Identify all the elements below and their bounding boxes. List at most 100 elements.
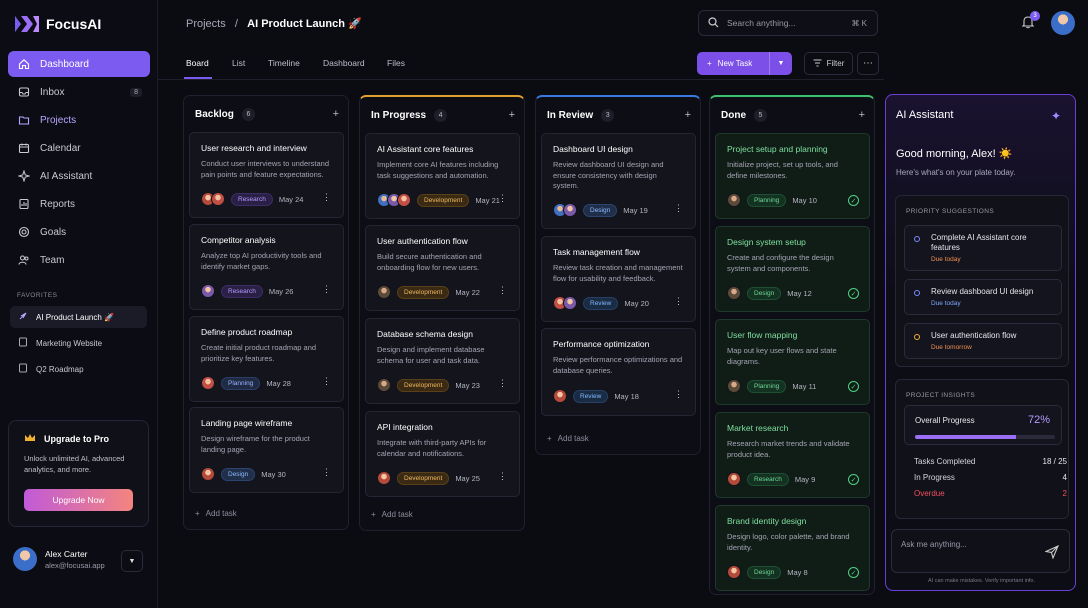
add-card-icon[interactable]: + [859, 109, 865, 121]
plus-icon: + [195, 509, 200, 518]
task-card[interactable]: Landing page wireframe Design wireframe … [189, 407, 344, 493]
task-title: User research and interview [201, 143, 307, 153]
suggestion-item[interactable]: Complete AI Assistant core features Due … [904, 225, 1062, 271]
search-bar[interactable]: ⌘ K [698, 10, 878, 36]
nav-label: Dashboard [40, 58, 89, 70]
assignees [727, 565, 741, 579]
task-card[interactable]: Define product roadmap Create initial pr… [189, 316, 344, 402]
suggestion-item[interactable]: User authentication flow Due tomorrow [904, 323, 1062, 359]
stat-value: 4 [1062, 473, 1067, 482]
new-task-main[interactable]: + New Task [697, 52, 770, 75]
task-card[interactable]: Competitor analysis Analyze top AI produ… [189, 224, 344, 310]
task-card[interactable]: Brand identity design Design logo, color… [715, 505, 870, 591]
chevron-down-icon: ▼ [777, 60, 785, 67]
avatar [727, 193, 741, 207]
search-icon [708, 16, 719, 30]
priority-suggestions: PRIORITY SUGGESTIONS Complete AI Assista… [895, 195, 1069, 367]
search-input[interactable] [727, 18, 837, 28]
avatar [201, 284, 215, 298]
favorite-ai-product-launch[interactable]: AI Product Launch 🚀 [10, 306, 147, 328]
user-profile[interactable]: Alex Carter alex@focusai.app [13, 547, 105, 571]
kebab-icon[interactable]: ⋮ [322, 376, 331, 387]
progress-value: 72% [1027, 414, 1050, 426]
check-icon[interactable]: ✓ [848, 288, 859, 299]
task-card[interactable]: Dashboard UI design Review dashboard UI … [541, 133, 696, 229]
task-card[interactable]: User flow mapping Map out key user flows… [715, 319, 870, 405]
check-icon[interactable]: ✓ [848, 195, 859, 206]
ai-chat-input[interactable] [901, 540, 1031, 549]
breadcrumb-projects[interactable]: Projects [186, 18, 226, 30]
task-title: Landing page wireframe [201, 418, 293, 428]
nav-reports[interactable]: Reports [8, 191, 150, 217]
add-task-button[interactable]: + Add task [547, 434, 589, 443]
nav-projects[interactable]: Projects [8, 107, 150, 133]
task-card[interactable]: Performance optimization Review performa… [541, 328, 696, 416]
task-card[interactable]: Task management flow Review task creatio… [541, 236, 696, 322]
task-card[interactable]: Project setup and planning Initialize pr… [715, 133, 870, 219]
kebab-icon[interactable]: ⋮ [674, 296, 683, 307]
add-task-button[interactable]: + Add task [195, 509, 237, 518]
task-card[interactable]: API integration Integrate with third-par… [365, 411, 520, 497]
task-card[interactable]: User authentication flow Build secure au… [365, 225, 520, 311]
avatar [201, 467, 215, 481]
kebab-icon[interactable]: ⋮ [498, 193, 507, 204]
suggestion-item[interactable]: Review dashboard UI design Due today [904, 279, 1062, 315]
favorite-q2-roadmap[interactable]: Q2 Roadmap [10, 358, 147, 380]
check-icon[interactable]: ✓ [848, 381, 859, 392]
add-task-button[interactable]: + Add task [371, 510, 413, 519]
tab-dashboard[interactable]: Dashboard [323, 58, 365, 68]
kebab-icon[interactable]: ⋮ [498, 471, 507, 482]
task-card[interactable]: User research and interview Conduct user… [189, 132, 344, 218]
check-icon[interactable]: ✓ [848, 474, 859, 485]
sparkle-icon[interactable]: ✦ [1051, 109, 1061, 123]
logo[interactable]: FocusAI [14, 14, 101, 34]
new-task-dropdown[interactable]: ▼ [770, 60, 792, 67]
tab-board[interactable]: Board [186, 58, 209, 68]
nav-dashboard[interactable]: Dashboard [8, 51, 150, 77]
filter-button[interactable]: Filter [804, 52, 853, 75]
nav-goals[interactable]: Goals [8, 219, 150, 245]
ai-chat-box[interactable] [891, 529, 1070, 573]
kebab-icon[interactable]: ⋮ [322, 467, 331, 478]
favorite-marketing-website[interactable]: Marketing Website [10, 332, 147, 354]
kebab-icon[interactable]: ⋮ [322, 192, 331, 203]
nav-team[interactable]: Team [8, 247, 150, 273]
assignees [201, 376, 215, 390]
add-card-icon[interactable]: + [685, 109, 691, 121]
favorite-label: AI Product Launch 🚀 [36, 312, 115, 322]
check-icon[interactable]: ✓ [848, 567, 859, 578]
send-icon[interactable] [1045, 545, 1059, 559]
add-card-icon[interactable]: + [509, 109, 515, 121]
stat-label: Overdue [914, 489, 945, 498]
tab-files[interactable]: Files [387, 58, 405, 68]
user-menu-button[interactable]: ▼ [121, 550, 143, 572]
new-task-button[interactable]: + New Task ▼ [697, 52, 792, 75]
kebab-icon[interactable]: ⋮ [674, 389, 683, 400]
task-card[interactable]: Market research Research market trends a… [715, 412, 870, 498]
nav-inbox[interactable]: Inbox 8 [8, 79, 150, 105]
kebab-icon[interactable]: ⋮ [498, 378, 507, 389]
nav-calendar[interactable]: Calendar [8, 135, 150, 161]
upgrade-button[interactable]: Upgrade Now [24, 489, 133, 511]
kebab-icon[interactable]: ⋮ [498, 285, 507, 296]
task-title: Brand identity design [727, 516, 807, 526]
task-card[interactable]: Database schema design Design and implem… [365, 318, 520, 404]
add-card-icon[interactable]: + [333, 108, 339, 120]
avatar[interactable] [1051, 11, 1075, 35]
assignees [377, 378, 391, 392]
task-tag: Research [231, 192, 273, 206]
task-date: May 10 [792, 195, 817, 205]
task-card[interactable]: Design system setup Create and configure… [715, 226, 870, 312]
more-options-button[interactable]: ⋯ [857, 52, 879, 75]
task-title: User flow mapping [727, 330, 798, 340]
status-dot-icon [914, 290, 920, 296]
logo-icon [15, 16, 39, 32]
nav-ai-assistant[interactable]: AI Assistant [8, 163, 150, 189]
task-card[interactable]: AI Assistant core features Implement cor… [365, 133, 520, 219]
kebab-icon[interactable]: ⋮ [322, 284, 331, 295]
tab-list[interactable]: List [232, 58, 245, 68]
suggestion-title: Review dashboard UI design [931, 287, 1034, 296]
kebab-icon[interactable]: ⋮ [674, 203, 683, 214]
task-meta: Research May 9 [727, 472, 815, 486]
tab-timeline[interactable]: Timeline [268, 58, 300, 68]
